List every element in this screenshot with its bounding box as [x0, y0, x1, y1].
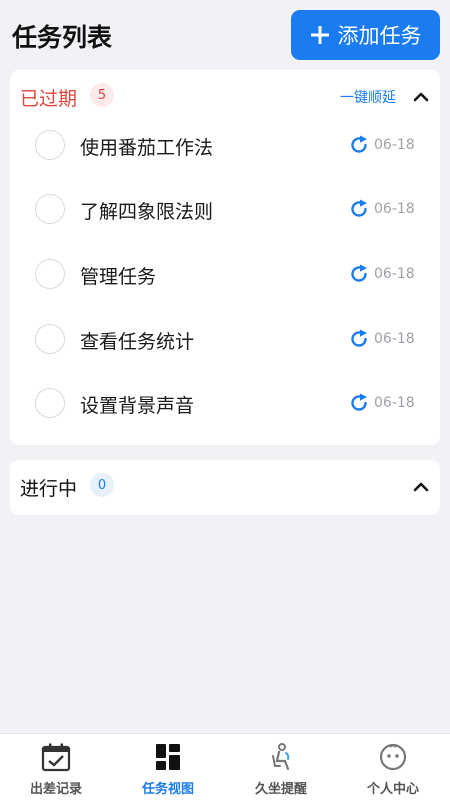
task-checkbox[interactable] [35, 324, 65, 354]
in-progress-section-header[interactable]: 进行中 0 [10, 460, 440, 515]
face-icon [379, 743, 407, 771]
task-list-screen: 任务列表 添加任务 已过期 5 一键顺延 使用番茄工作法 06-18 了解四象限… [0, 0, 450, 800]
page-title: 任务列表 [12, 23, 113, 52]
add-task-label: 添加任务 [337, 24, 422, 48]
grid-view-icon [156, 744, 180, 770]
task-date: 06-18 [374, 201, 415, 217]
repeat-icon [351, 135, 367, 153]
header: 任务列表 添加任务 [0, 0, 450, 68]
task-row[interactable]: 设置背景声音 06-18 [10, 372, 440, 436]
task-label: 查看任务统计 [80, 331, 195, 353]
task-label: 了解四象限法则 [80, 201, 214, 223]
tab-label: 出差记录 [29, 782, 82, 797]
task-row[interactable]: 使用番茄工作法 06-18 [10, 114, 440, 178]
task-date: 06-18 [374, 331, 415, 347]
sitting-person-icon [272, 743, 290, 771]
in-progress-section: 进行中 0 [10, 460, 440, 515]
overdue-section: 已过期 5 一键顺延 使用番茄工作法 06-18 了解四象限法则 06-18 管… [10, 70, 440, 445]
task-row[interactable]: 了解四象限法则 06-18 [10, 178, 440, 242]
task-checkbox[interactable] [35, 194, 65, 224]
tab-label: 任务视图 [141, 782, 194, 797]
plus-icon [310, 26, 329, 44]
tab-label: 久坐提醒 [254, 782, 307, 797]
task-label: 设置背景声音 [80, 395, 195, 417]
task-date: 06-18 [374, 137, 415, 153]
repeat-icon [351, 393, 367, 411]
add-task-button[interactable]: 添加任务 [291, 10, 440, 60]
repeat-icon [351, 329, 367, 347]
tab-profile[interactable]: 个人中心 [337, 734, 449, 800]
bottom-tab-bar: 出差记录 任务视图 久坐提醒 个人中心 [0, 733, 450, 800]
task-checkbox[interactable] [35, 130, 65, 160]
repeat-icon [351, 264, 367, 282]
tab-travel-records[interactable]: 出差记录 [0, 734, 112, 800]
task-date: 06-18 [374, 395, 415, 411]
chevron-up-icon[interactable] [412, 478, 430, 496]
task-row[interactable]: 管理任务 06-18 [10, 243, 440, 307]
task-checkbox[interactable] [35, 259, 65, 289]
tab-sitting-reminder[interactable]: 久坐提醒 [225, 734, 337, 800]
overdue-title: 已过期 [20, 88, 78, 110]
in-progress-title: 进行中 [20, 478, 78, 500]
task-row[interactable]: 查看任务统计 06-18 [10, 308, 440, 372]
task-label: 管理任务 [80, 266, 157, 288]
postpone-all-button[interactable]: 一键顺延 [340, 87, 396, 107]
chevron-up-icon[interactable] [412, 88, 430, 106]
calendar-check-icon [41, 743, 71, 772]
tab-task-view[interactable]: 任务视图 [112, 734, 224, 800]
task-label: 使用番茄工作法 [80, 137, 214, 159]
task-date: 06-18 [374, 266, 415, 282]
in-progress-count-badge: 0 [90, 473, 114, 497]
overdue-count-badge: 5 [90, 83, 114, 107]
tab-label: 个人中心 [366, 782, 419, 797]
task-checkbox[interactable] [35, 388, 65, 418]
repeat-icon [351, 199, 367, 217]
